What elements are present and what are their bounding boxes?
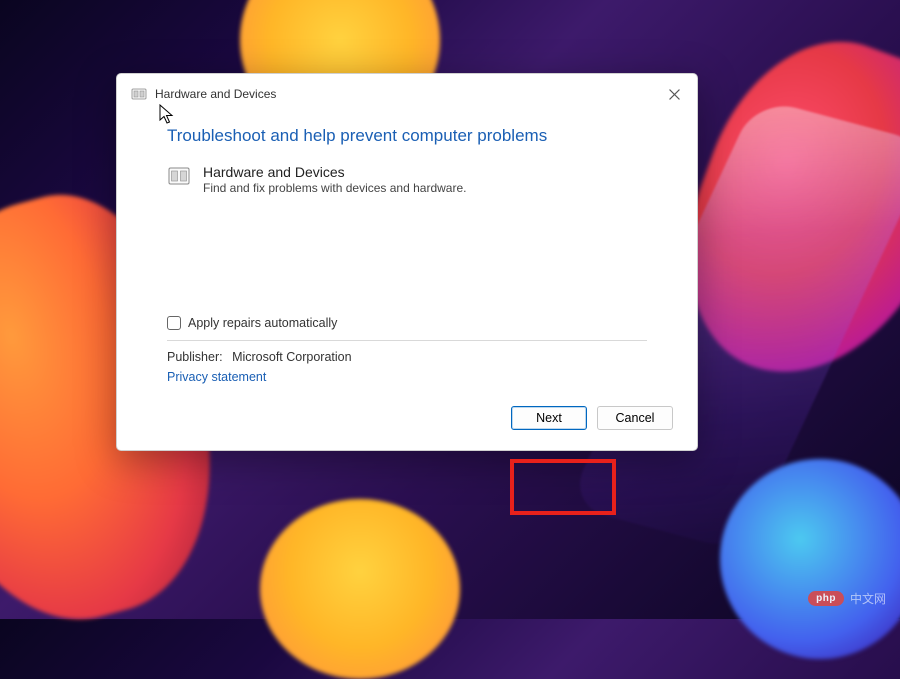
apply-repairs-checkbox[interactable]: Apply repairs automatically [167,316,647,341]
watermark-text: 中文网 [850,590,886,607]
item-description: Find and fix problems with devices and h… [203,181,466,197]
publisher-row: Publisher: Microsoft Corporation [167,350,647,364]
troubleshooter-dialog: Hardware and Devices Troubleshoot and he… [116,73,698,451]
privacy-statement-link[interactable]: Privacy statement [167,370,266,384]
watermark: php 中文网 [808,590,886,607]
checkbox-icon [167,316,181,330]
dialog-body: Troubleshoot and help prevent computer p… [117,114,697,386]
button-bar: Next Cancel [117,386,697,450]
publisher-value: Microsoft Corporation [232,350,352,364]
close-button[interactable] [657,80,691,108]
hardware-devices-large-icon [167,164,191,188]
troubleshooter-item: Hardware and Devices Find and fix proble… [167,164,647,196]
window-title: Hardware and Devices [155,87,276,101]
page-heading: Troubleshoot and help prevent computer p… [167,126,647,146]
checkbox-label: Apply repairs automatically [188,316,337,330]
watermark-pill: php [808,591,844,606]
item-title: Hardware and Devices [203,164,466,181]
bg-shape [720,459,900,659]
cancel-button[interactable]: Cancel [597,406,673,430]
close-icon [669,89,680,100]
bg-shape [260,499,460,679]
hardware-devices-icon [131,86,147,102]
next-button[interactable]: Next [511,406,587,430]
publisher-label: Publisher: [167,350,223,364]
titlebar: Hardware and Devices [117,74,697,114]
